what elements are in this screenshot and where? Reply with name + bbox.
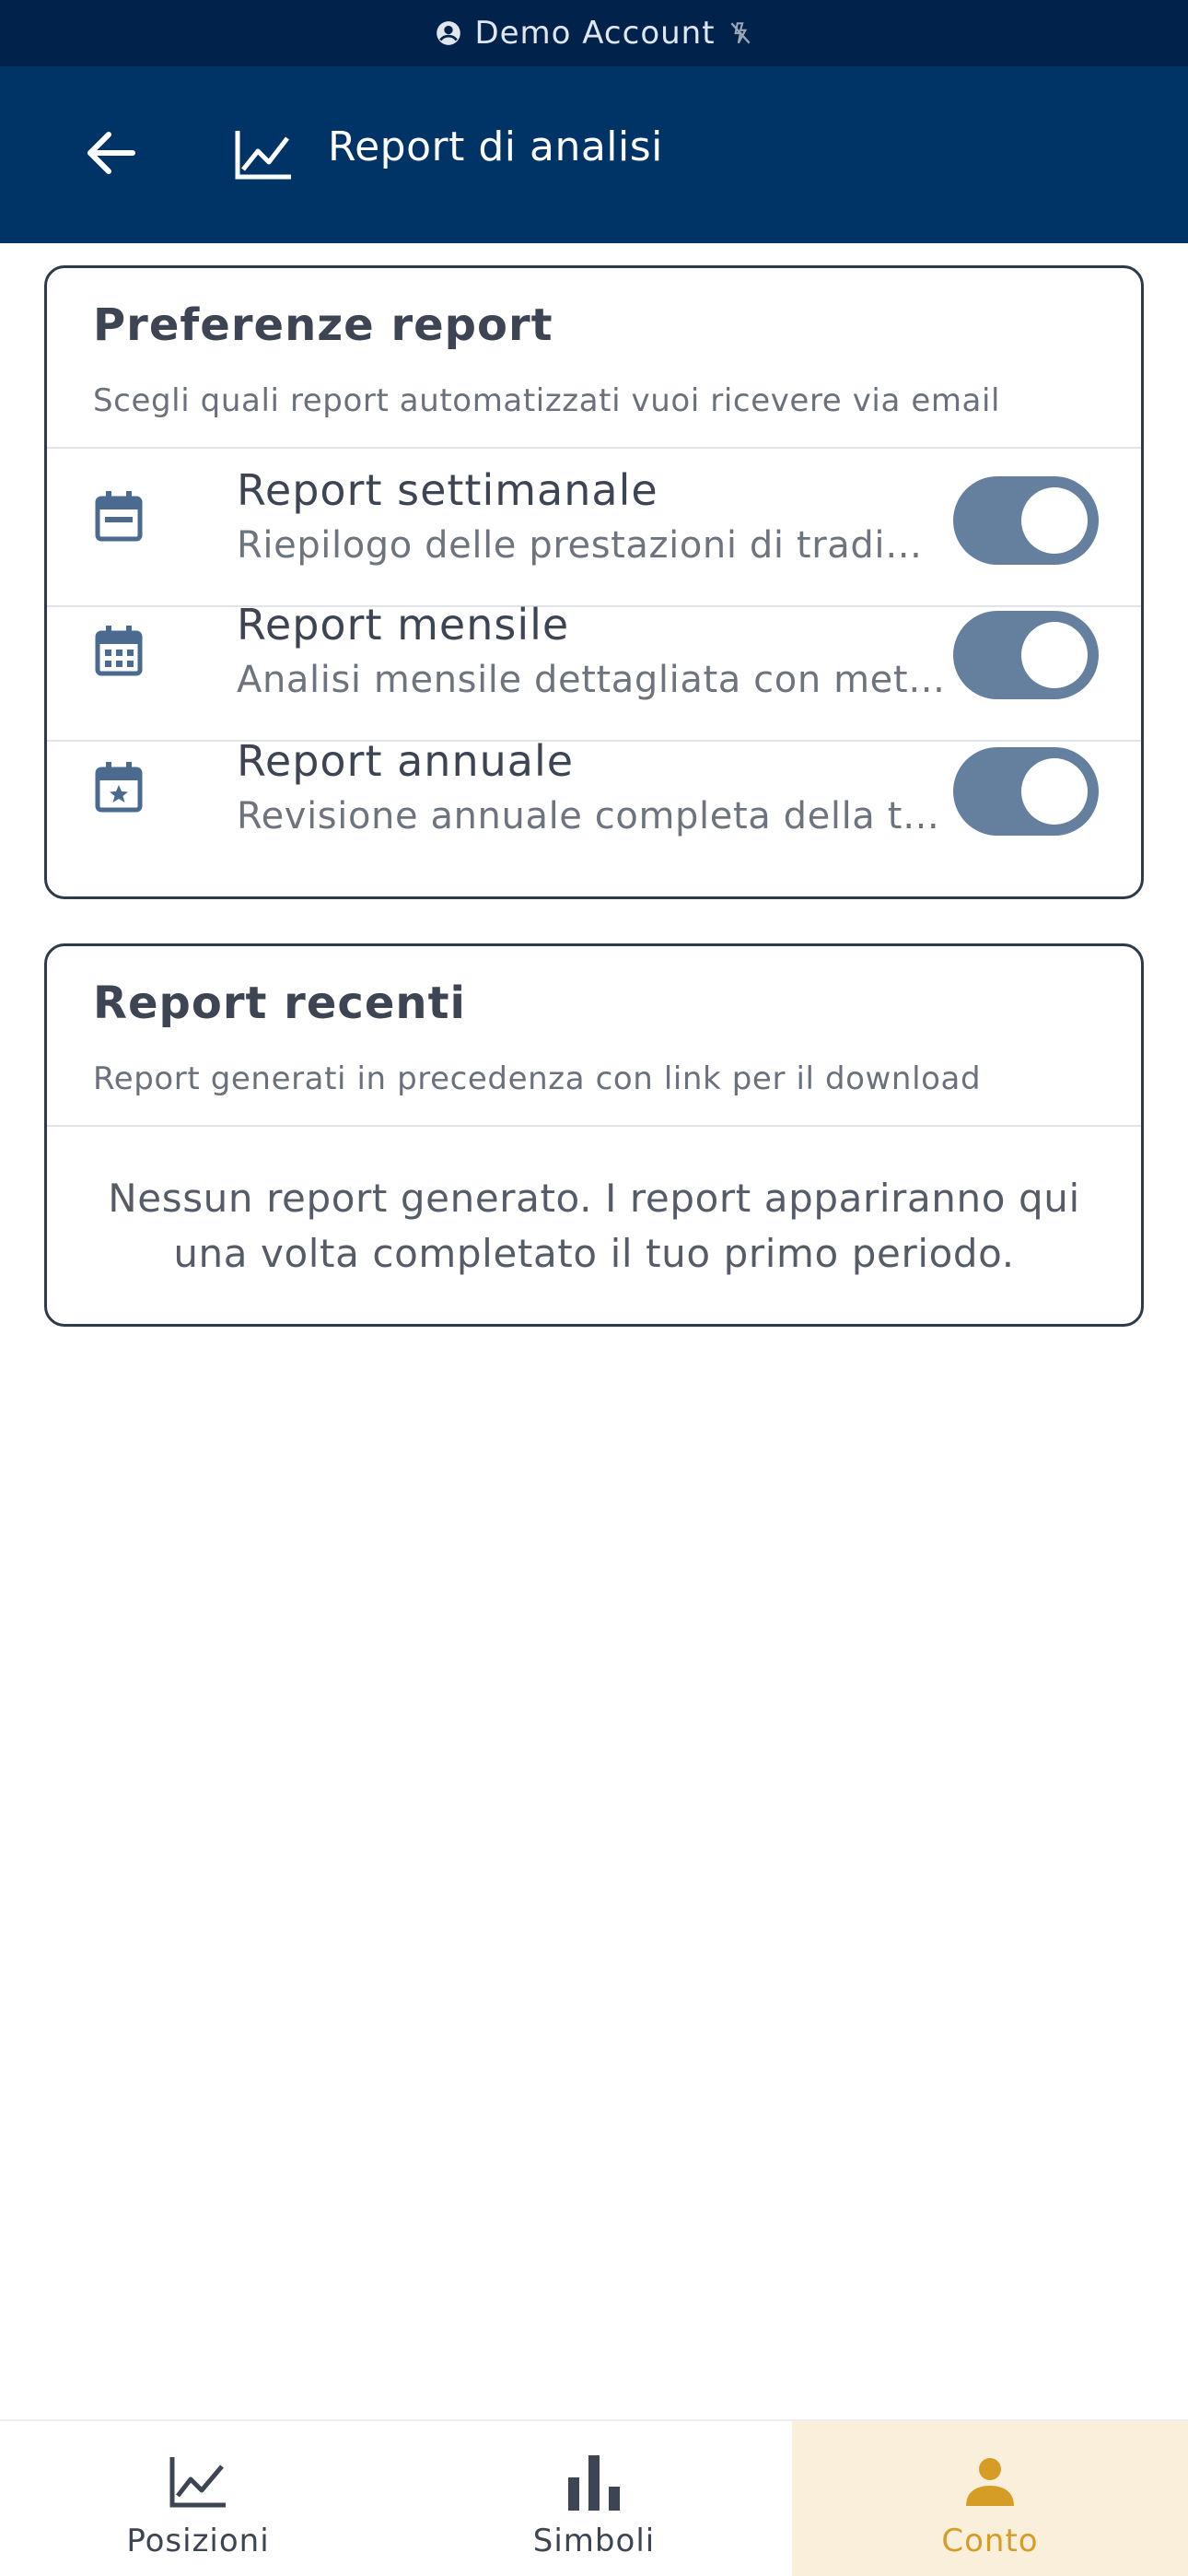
card-title: Preferenze report (93, 299, 553, 351)
page-title: Report di analisi (328, 123, 663, 170)
arrow-back-icon (85, 131, 136, 179)
calendar-month-icon (93, 624, 145, 679)
toggle-knob (1021, 622, 1088, 688)
page: Demo Account Report di analisi Preferenz… (0, 0, 1188, 2576)
person-icon (959, 2453, 1021, 2512)
nav-label: Simboli (532, 2523, 656, 2559)
toggle-knob (1021, 758, 1088, 825)
monthly-report-toggle[interactable] (953, 611, 1099, 699)
account-circle-icon (436, 20, 461, 46)
monthly-report-row: Report mensile Analisi mensile dettaglia… (47, 583, 1141, 720)
toggle-knob (1021, 487, 1088, 554)
bottom-navigation: Posizioni Simboli Conto (0, 2419, 1188, 2576)
line-chart-icon (234, 129, 293, 181)
line-chart-icon (167, 2453, 229, 2512)
calendar-week-icon (93, 489, 145, 544)
status-strip: Demo Account (0, 0, 1188, 66)
nav-label: Posizioni (126, 2523, 270, 2559)
bar-chart-icon (563, 2453, 625, 2512)
annual-report-description: Revisione annuale completa della tua att… (237, 795, 946, 837)
app-bar: Report di analisi (0, 66, 1188, 243)
annual-report-toggle[interactable] (953, 747, 1099, 836)
report-preferences-card: Preferenze report Scegli quali report au… (44, 265, 1144, 899)
weekly-report-row: Report settimanale Riepilogo delle prest… (47, 449, 1141, 585)
recent-reports-card: Report recenti Report generati in preced… (44, 943, 1144, 1327)
weekly-report-description: Riepilogo delle prestazioni di trading s… (237, 524, 946, 567)
divider (47, 1125, 1141, 1127)
nav-item-account[interactable]: Conto (792, 2421, 1188, 2576)
nav-label: Conto (941, 2523, 1039, 2559)
card-title: Report recenti (93, 978, 466, 1029)
back-button[interactable] (74, 118, 147, 192)
monthly-report-title: Report mensile (237, 600, 570, 650)
monthly-report-description: Analisi mensile dettagliata con metriche… (237, 659, 946, 701)
annual-report-title: Report annuale (237, 736, 575, 786)
calendar-star-icon (93, 760, 145, 815)
card-subtitle: Scegli quali report automatizzati vuoi r… (93, 382, 1001, 419)
nav-item-positions[interactable]: Posizioni (0, 2421, 396, 2576)
annual-report-row: Report annuale Revisione annuale complet… (47, 720, 1141, 856)
account-label: Demo Account (474, 15, 716, 52)
nav-item-symbols[interactable]: Simboli (396, 2421, 792, 2576)
weekly-report-toggle[interactable] (953, 476, 1099, 565)
weekly-report-title: Report settimanale (237, 465, 658, 515)
empty-state-message: Nessun report generato. I report apparir… (108, 1176, 1080, 1276)
card-subtitle: Report generati in precedenza con link p… (93, 1060, 982, 1097)
signal-off-icon (728, 19, 752, 47)
